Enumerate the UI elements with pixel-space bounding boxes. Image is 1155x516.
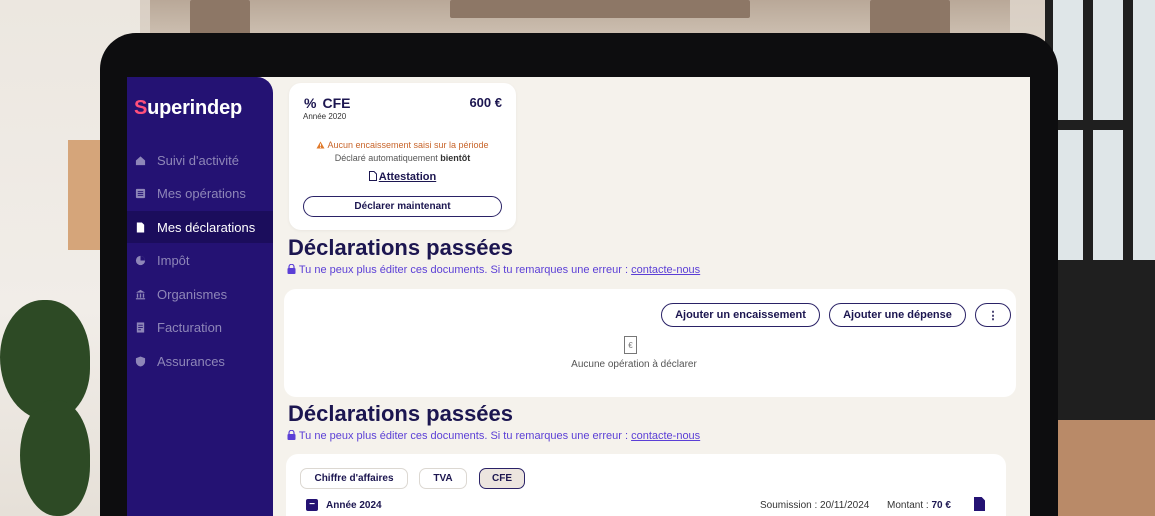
background-picture-frame: [68, 140, 102, 250]
lock-icon: [287, 263, 296, 274]
sidebar-item-organismes[interactable]: Organismes: [127, 278, 273, 310]
receipt-euro-glyph: €: [628, 340, 633, 350]
section-title: Déclarations passées: [288, 401, 514, 426]
bank-icon: [135, 289, 146, 299]
amount-value: 70 €: [931, 500, 951, 511]
sidebar-item-label: Mes opérations: [157, 185, 246, 201]
attestation-link[interactable]: Attestation: [289, 171, 516, 183]
main-content: % CFE Année 2020 600 € Aucun encaissement…: [273, 77, 1030, 516]
contact-link[interactable]: contacte-nous: [631, 430, 700, 442]
window-pane: [1093, 0, 1123, 120]
cfe-warning: Aucun encaissement saisi sur la période: [289, 140, 516, 150]
pie-chart-icon: [135, 255, 146, 265]
cfe-warning-text: Aucun encaissement saisi sur la période: [327, 140, 489, 150]
window-pane: [1093, 130, 1123, 260]
background-window-sill: [1045, 420, 1155, 516]
warning-icon: [316, 141, 325, 149]
sidebar-item-label: Suivi d'activité: [157, 152, 239, 168]
add-income-button[interactable]: Ajouter un encaissement: [661, 303, 820, 327]
file-icon: [368, 171, 377, 181]
sidebar-item-impot[interactable]: Impôt: [127, 244, 273, 276]
submission-date: Soumission : 20/11/2024: [760, 500, 870, 511]
sidebar-item-suivi[interactable]: Suivi d'activité: [127, 144, 273, 176]
cfe-card: % CFE Année 2020 600 € Aucun encaissement…: [289, 83, 516, 230]
section-note: Tu ne peux plus éditer ces documents. Si…: [287, 263, 700, 276]
house-icon: [135, 155, 146, 165]
section-note-text: Tu ne peux plus éditer ces documents. Si…: [298, 430, 629, 442]
contact-link[interactable]: contacte-nous: [631, 264, 700, 276]
sidebar-item-label: Organismes: [157, 286, 228, 302]
sidebar-item-operations[interactable]: Mes opérations: [127, 177, 273, 209]
declare-now-button[interactable]: Déclarer maintenant: [303, 196, 502, 217]
attestation-link-text: Attestation: [378, 171, 437, 183]
amount-label-text: Montant :: [887, 500, 929, 511]
list-icon: [135, 188, 146, 198]
sidebar-item-label: Assurances: [157, 353, 225, 369]
ceiling-beam: [190, 0, 250, 36]
empty-operations-text: Aucune opération à déclarer: [571, 359, 697, 370]
year-row[interactable]: − Année 2024: [306, 499, 382, 511]
year-label: Année 2024: [326, 499, 382, 511]
background-plant: [20, 400, 90, 516]
cfe-amount: 600 €: [469, 95, 502, 110]
operations-card: Ajouter un encaissement Ajouter une dépe…: [284, 289, 1016, 397]
document-icon: [136, 221, 145, 233]
sidebar-item-declarations[interactable]: Mes déclarations: [127, 211, 273, 243]
ceiling-beam: [450, 0, 750, 18]
sidebar-item-label: Facturation: [157, 319, 223, 335]
section-note-text: Tu ne peux plus éditer ces documents. Si…: [298, 264, 629, 276]
shield-icon: [135, 355, 146, 367]
sidebar-item-facturation[interactable]: Facturation: [127, 311, 273, 343]
brand-logo-text: uperindep: [147, 97, 243, 119]
amount-label: Montant : 70 €: [887, 500, 951, 511]
collapse-icon[interactable]: −: [306, 499, 318, 511]
app-screen: Superindep Suivi d'activité Mes opératio…: [127, 77, 1030, 516]
more-options-button[interactable]: ⋮: [975, 303, 1011, 327]
pdf-download-icon[interactable]: [974, 497, 985, 511]
invoice-icon: [136, 321, 145, 333]
section-note: Tu ne peux plus éditer ces documents. Si…: [287, 429, 700, 442]
brand-logo[interactable]: Superindep: [134, 97, 242, 120]
cfe-title: % CFE: [304, 95, 350, 111]
window-pane: [1133, 0, 1155, 260]
section-title: Déclarations passées: [288, 235, 514, 260]
cfe-auto-declaration: Déclaré automatiquement bientôt: [289, 153, 516, 163]
ceiling-beam: [870, 0, 950, 36]
sidebar-item-label: Mes déclarations: [157, 219, 256, 235]
sidebar: Superindep Suivi d'activité Mes opératio…: [127, 77, 273, 516]
percent-icon: %: [304, 95, 317, 111]
cfe-title-text: CFE: [322, 95, 351, 111]
cfe-year: Année 2020: [303, 112, 347, 121]
past-declarations-card: Chiffre d'affaires TVA CFE − Année 2024 …: [286, 454, 1006, 516]
tab-chiffre-affaires[interactable]: Chiffre d'affaires: [300, 468, 408, 489]
cfe-auto-text: Déclaré automatiquement: [334, 153, 438, 163]
lock-icon: [287, 429, 296, 440]
add-expense-button[interactable]: Ajouter une dépense: [829, 303, 966, 327]
sidebar-item-assurances[interactable]: Assurances: [127, 345, 273, 377]
tab-tva[interactable]: TVA: [419, 468, 467, 489]
tab-cfe[interactable]: CFE: [479, 468, 525, 489]
cfe-auto-when: bientôt: [440, 153, 471, 163]
receipt-euro-icon: €: [624, 336, 637, 354]
sidebar-item-label: Impôt: [157, 252, 190, 268]
brand-logo-initial: S: [134, 97, 148, 119]
